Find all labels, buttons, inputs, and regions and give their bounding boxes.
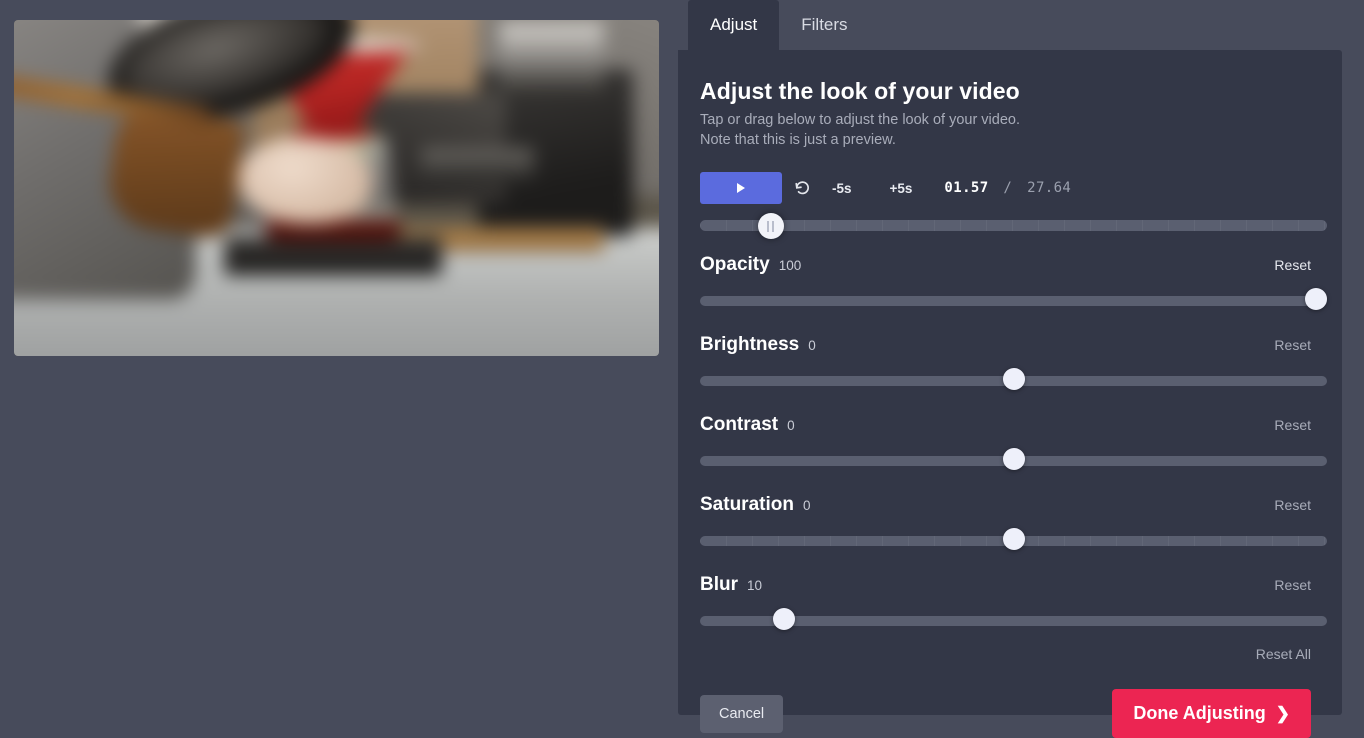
tab-bar: Adjust Filters — [676, 0, 1364, 50]
restart-icon — [794, 180, 809, 194]
adjust-panel: Adjust the look of your video Tap or dra… — [678, 50, 1342, 738]
slider-handle[interactable] — [1305, 288, 1327, 310]
tab-adjust[interactable]: Adjust — [688, 0, 780, 50]
slider-handle[interactable] — [1002, 528, 1025, 550]
slider-brightness[interactable] — [700, 368, 1327, 392]
reset-button-brightness[interactable]: Reset — [1274, 337, 1311, 353]
back-5s-button[interactable]: -5s — [822, 172, 862, 204]
reset-all-button[interactable]: Reset All — [1256, 646, 1311, 662]
scrubber-handle[interactable] — [757, 213, 784, 239]
forward-5s-button[interactable]: +5s — [880, 172, 923, 204]
slider-track[interactable] — [700, 296, 1327, 306]
slider-opacity[interactable] — [700, 288, 1327, 312]
slider-label: Saturation — [700, 494, 794, 515]
reset-button-saturation[interactable]: Reset — [1274, 497, 1311, 513]
slider-block-opacity: Opacity 100 Reset — [700, 254, 1327, 312]
scrubber-track[interactable] — [700, 220, 1327, 231]
scrubber-handle-grip-right — [772, 220, 775, 232]
done-adjusting-label: Done Adjusting — [1133, 703, 1266, 723]
slider-header: Brightness 0 Reset — [700, 334, 1311, 358]
time-separator: / — [1003, 180, 1013, 196]
page-title: Adjust the look of your video — [700, 78, 1020, 104]
slider-header: Saturation 0 Reset — [700, 494, 1311, 518]
slider-handle[interactable] — [1002, 368, 1025, 390]
slider-value: 0 — [808, 338, 816, 353]
chevron-right-icon: ❯ — [1275, 703, 1290, 723]
play-icon — [737, 183, 745, 193]
reset-all-row: Reset All — [700, 646, 1311, 662]
slider-block-brightness: Brightness 0 Reset — [700, 334, 1327, 392]
slider-value: 100 — [778, 258, 802, 273]
video-frame-image — [14, 20, 659, 356]
time-display: 01.57 / 27.64 — [944, 180, 1071, 196]
slider-label: Opacity — [700, 254, 770, 275]
tab-filters[interactable]: Filters — [779, 0, 869, 50]
video-preview[interactable] — [14, 20, 659, 356]
reset-button-contrast[interactable]: Reset — [1274, 417, 1311, 433]
slider-block-saturation: Saturation 0 Reset — [700, 494, 1327, 552]
play-button[interactable] — [700, 172, 782, 204]
slider-header: Blur 10 Reset — [700, 574, 1311, 598]
slider-handle[interactable] — [772, 608, 795, 630]
scrubber-handle-grip-left — [767, 220, 770, 232]
tab-filters-label: Filters — [801, 15, 848, 34]
slider-saturation[interactable] — [700, 528, 1327, 552]
done-adjusting-button[interactable]: Done Adjusting ❯ — [1112, 689, 1311, 738]
slider-header: Contrast 0 Reset — [700, 414, 1311, 438]
slider-label: Blur — [700, 574, 738, 595]
restart-button[interactable] — [782, 172, 822, 204]
action-row: Cancel Done Adjusting ❯ — [700, 689, 1311, 738]
adjustment-sliders: Opacity 100 Reset Brightness 0 Reset Contrast 0… — [700, 254, 1327, 632]
slider-header: Opacity 100 Reset — [700, 254, 1311, 278]
slider-handle[interactable] — [1002, 448, 1025, 470]
slider-value: 10 — [747, 578, 763, 593]
slider-contrast[interactable] — [700, 448, 1327, 472]
adjust-panel-wrapper: Adjust Filters Adjust the look of your v… — [676, 0, 1364, 738]
slider-block-blur: Blur 10 Reset — [700, 574, 1327, 632]
video-scrubber[interactable] — [700, 213, 1327, 239]
playback-controls: -5s +5s 01.57 / 27.64 — [700, 172, 1311, 204]
slider-label: Brightness — [700, 334, 800, 355]
tab-adjust-label: Adjust — [710, 15, 758, 34]
panel-subtitle-line-1: Tap or drag below to adjust the look of … — [700, 112, 1020, 128]
current-time: 01.57 — [944, 180, 989, 196]
slider-label: Contrast — [700, 414, 779, 435]
reset-button-opacity[interactable]: Reset — [1274, 257, 1311, 273]
reset-button-blur[interactable]: Reset — [1274, 577, 1311, 593]
slider-block-contrast: Contrast 0 Reset — [700, 414, 1327, 472]
slider-blur[interactable] — [700, 608, 1327, 632]
cancel-button[interactable]: Cancel — [700, 694, 784, 733]
panel-subtitle-line-2: Note that this is just a preview. — [700, 132, 896, 148]
slider-value: 0 — [802, 498, 811, 513]
total-duration: 27.64 — [1027, 180, 1072, 196]
video-preview-pane — [0, 0, 676, 733]
slider-value: 0 — [787, 418, 795, 433]
